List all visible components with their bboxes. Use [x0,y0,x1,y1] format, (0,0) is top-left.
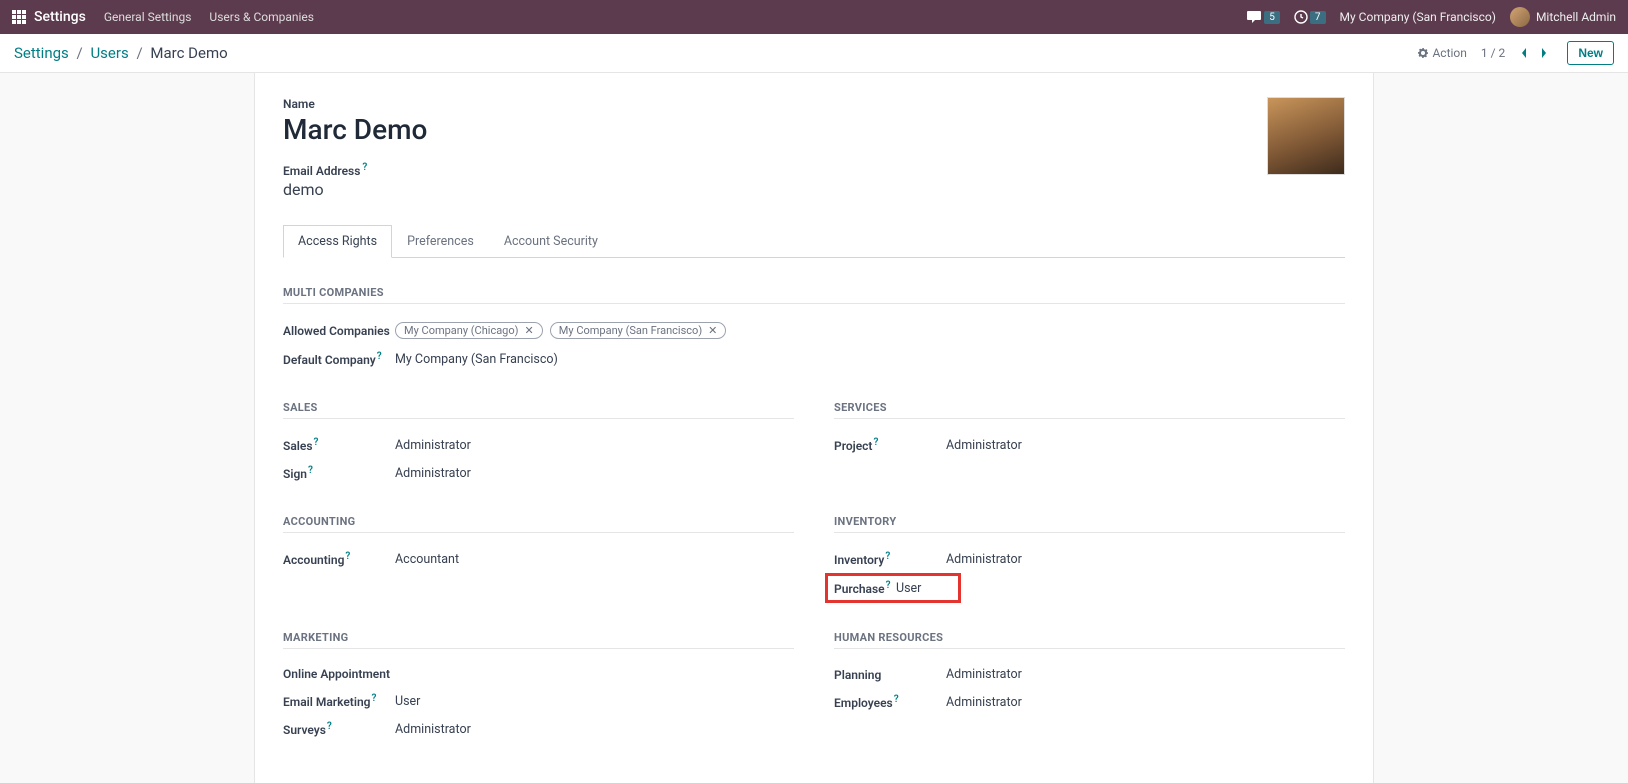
chevron-left-icon [1520,47,1528,59]
section-multi-companies: MULTI COMPANIES [283,286,1345,299]
tab-account-security[interactable]: Account Security [489,225,613,257]
help-icon[interactable]: ? [371,693,376,704]
help-icon[interactable]: ? [362,162,367,173]
chat-badge: 5 [1264,11,1280,24]
gear-icon [1417,47,1429,59]
help-icon[interactable]: ? [873,437,878,448]
sign-label: Sign? [283,465,395,481]
breadcrumb-root[interactable]: Settings [14,44,69,62]
section-accounting: ACCOUNTING [283,515,794,528]
help-icon[interactable]: ? [885,551,890,562]
allowed-companies-label: Allowed Companies [283,324,395,338]
activity-icon[interactable]: 7 [1294,10,1326,24]
help-icon[interactable]: ? [345,551,350,562]
help-icon[interactable]: ? [314,437,319,448]
user-avatar[interactable] [1267,97,1345,175]
section-hr: HUMAN RESOURCES [834,631,1345,644]
online-appointment-label: Online Appointment [283,667,423,681]
employees-label: Employees? [834,694,946,710]
chevron-right-icon [1540,47,1548,59]
accounting-select[interactable]: Accountant [395,552,459,567]
planning-label: Planning [834,668,946,682]
action-menu[interactable]: Action [1417,46,1466,60]
tab-preferences[interactable]: Preferences [392,225,489,257]
section-inventory: INVENTORY [834,515,1345,528]
breadcrumb-parent[interactable]: Users [90,44,128,62]
name-input[interactable]: Marc Demo [283,113,1267,146]
breadcrumb-current: Marc Demo [150,44,227,62]
module-name[interactable]: Settings [34,9,86,25]
chat-icon[interactable]: 5 [1246,10,1280,24]
purchase-highlight: Purchase? User [825,573,961,603]
employees-select[interactable]: Administrator [946,695,1022,710]
inventory-select[interactable]: Administrator [946,552,1022,567]
project-select[interactable]: Administrator [946,438,1022,453]
remove-icon[interactable]: ✕ [524,324,533,337]
control-bar: Settings / Users / Marc Demo Action 1 / … [0,34,1628,73]
surveys-label: Surveys? [283,721,395,737]
section-marketing: MARKETING [283,631,794,644]
tabs: Access Rights Preferences Account Securi… [283,225,1345,258]
new-button[interactable]: New [1567,41,1614,65]
allowed-companies-input[interactable]: My Company (Chicago)✕ My Company (San Fr… [395,322,730,339]
help-icon[interactable]: ? [377,351,382,362]
menu-users-companies[interactable]: Users & Companies [209,10,314,24]
default-company-select[interactable]: My Company (San Francisco) [395,352,558,367]
user-menu[interactable]: Mitchell Admin [1510,7,1616,27]
help-icon[interactable]: ? [327,721,332,732]
prev-button[interactable] [1515,44,1533,62]
email-marketing-select[interactable]: User [395,694,420,709]
help-icon[interactable]: ? [308,465,313,476]
section-sales: SALES [283,401,794,414]
company-tag[interactable]: My Company (Chicago)✕ [395,322,543,339]
default-company-label: Default Company? [283,351,395,367]
activity-badge: 7 [1310,11,1326,24]
planning-select[interactable]: Administrator [946,667,1022,682]
purchase-label: Purchase? [834,580,896,596]
menu-general-settings[interactable]: General Settings [104,10,192,24]
pager[interactable]: 1 / 2 [1481,46,1505,60]
help-icon[interactable]: ? [886,580,891,591]
sign-select[interactable]: Administrator [395,466,471,481]
accounting-label: Accounting? [283,551,395,567]
email-input[interactable]: demo [283,180,1267,199]
next-button[interactable] [1535,44,1553,62]
remove-icon[interactable]: ✕ [708,324,717,337]
help-icon[interactable]: ? [894,694,899,705]
email-label: Email Address? [283,162,1267,178]
surveys-select[interactable]: Administrator [395,722,471,737]
project-label: Project? [834,437,946,453]
sales-select[interactable]: Administrator [395,438,471,453]
top-navbar: Settings General Settings Users & Compan… [0,0,1628,34]
sales-label: Sales? [283,437,395,453]
name-label: Name [283,97,1267,111]
email-marketing-label: Email Marketing? [283,693,395,709]
company-tag[interactable]: My Company (San Francisco)✕ [550,322,727,339]
tab-access-rights[interactable]: Access Rights [283,225,392,258]
purchase-select[interactable]: User [896,581,921,596]
breadcrumb: Settings / Users / Marc Demo [14,44,228,62]
inventory-label: Inventory? [834,551,946,567]
apps-icon[interactable] [12,10,26,24]
form-sheet: Name Marc Demo Email Address? demo Acces… [254,73,1374,783]
avatar-icon [1510,7,1530,27]
user-name: Mitchell Admin [1536,10,1616,24]
company-selector[interactable]: My Company (San Francisco) [1340,10,1496,24]
section-services: SERVICES [834,401,1345,414]
